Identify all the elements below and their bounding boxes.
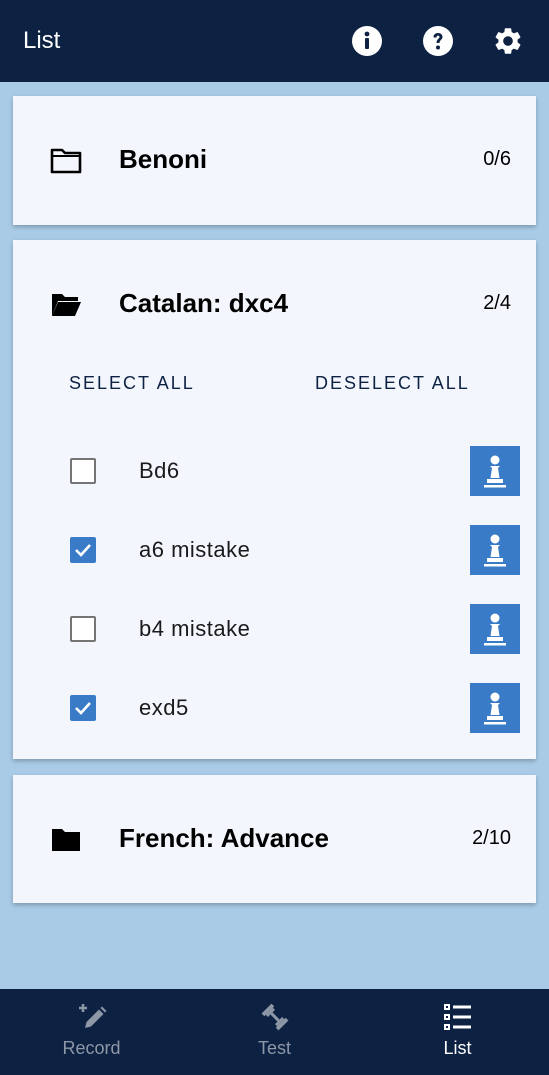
opening-card-catalan: Catalan: dxc4 2/4 SELECT ALL DESELECT AL… [13,240,536,759]
deselect-all-button[interactable]: DESELECT ALL [315,373,470,394]
list-icon [443,1004,471,1030]
line-checkbox[interactable] [70,537,96,563]
help-button[interactable] [420,23,456,59]
opening-header[interactable]: Benoni 0/6 [13,96,536,224]
folder-icon [52,829,80,851]
tab-label: Record [62,1038,121,1058]
chess-pawn-icon [484,613,506,646]
chess-pawn-icon [484,455,506,488]
opening-count: 2/4 [483,292,511,314]
opening-name: Benoni [119,144,208,174]
list-item: a6 mistake [13,525,536,575]
check-icon [75,702,91,715]
line-checkbox[interactable] [70,458,96,484]
dumbbell-icon [261,1003,288,1031]
line-checkbox[interactable] [70,695,96,721]
opening-header[interactable]: French: Advance 2/10 [13,775,536,903]
view-line-button[interactable] [470,683,520,733]
chess-pawn-icon [484,534,506,567]
tab-test[interactable]: Test [183,989,366,1075]
help-icon [423,26,453,56]
info-icon [352,26,382,56]
tab-list[interactable]: List [366,989,549,1075]
info-button[interactable] [349,23,385,59]
view-line-button[interactable] [470,604,520,654]
page-title: List [23,27,61,54]
list-item: exd5 [13,683,536,733]
opening-count: 0/6 [483,148,511,170]
bottom-navigation: Record Test List [0,989,549,1075]
line-checkbox[interactable] [70,616,96,642]
select-all-button[interactable]: SELECT ALL [69,373,195,394]
chess-pawn-icon [484,692,506,725]
settings-button[interactable] [490,23,526,59]
opening-card-benoni: Benoni 0/6 [13,96,536,225]
line-label: b4 mistake [139,616,251,641]
line-label: a6 mistake [139,537,251,562]
line-label: Bd6 [139,458,180,483]
check-icon [75,544,91,557]
opening-card-french: French: Advance 2/10 [13,775,536,903]
view-line-button[interactable] [470,525,520,575]
opening-header[interactable]: Catalan: dxc4 2/4 [13,240,536,368]
app-bar: List [0,0,549,82]
folder-outline-icon [50,148,82,174]
folder-open-icon [52,294,81,316]
opening-name: French: Advance [119,823,329,853]
tab-label: List [443,1038,472,1058]
tab-record[interactable]: Record [0,989,183,1075]
settings-icon [495,28,521,54]
line-label: exd5 [139,695,189,720]
list-item: b4 mistake [13,604,536,654]
view-line-button[interactable] [470,446,520,496]
opening-count: 2/10 [472,827,511,849]
tab-label: Test [257,1038,291,1058]
list-item: Bd6 [13,446,536,496]
opening-name: Catalan: dxc4 [119,288,289,318]
pencil-plus-icon [78,1004,106,1028]
